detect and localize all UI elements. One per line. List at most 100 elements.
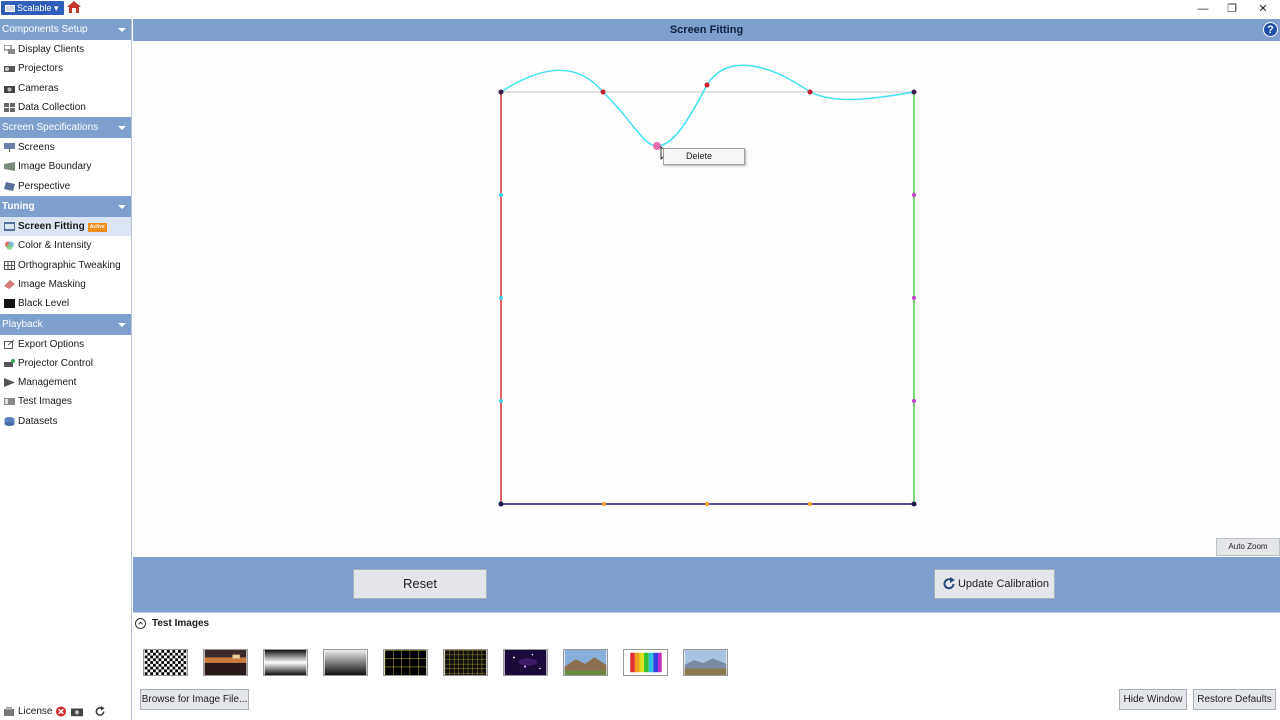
image-boundary-icon	[4, 162, 15, 172]
active-badge: Active	[87, 223, 107, 233]
eraser-icon	[4, 279, 15, 289]
restore-button[interactable]: ❐	[1222, 2, 1242, 16]
sidebar-item-export-options[interactable]: Export Options	[0, 335, 131, 354]
thumbnail-sunset-photo[interactable]	[203, 649, 248, 676]
sidebar-item-image-boundary[interactable]: Image Boundary	[0, 157, 131, 176]
sidebar-item-color-intensity[interactable]: Color & Intensity	[0, 236, 131, 255]
thumbnail-color-bars[interactable]	[623, 649, 668, 676]
black-level-icon	[4, 299, 15, 309]
action-bar: Reset Update Calibration	[133, 557, 1280, 612]
reset-button[interactable]: Reset	[353, 569, 487, 599]
sidebar-item-management[interactable]: Management	[0, 373, 131, 392]
section-title: Components Setup	[2, 24, 88, 35]
sidebar-item-black-level[interactable]: Black Level	[0, 294, 131, 313]
test-images-header[interactable]: Test Images	[133, 613, 1280, 635]
thumbnail-mountain-photo[interactable]	[683, 649, 728, 676]
corner-handle	[911, 89, 917, 95]
refresh-icon	[943, 577, 955, 590]
sidebar-item-label: Color & Intensity	[18, 240, 92, 252]
thumbnail-vertical-gradient[interactable]	[323, 649, 368, 676]
app-menu-button[interactable]: Scalable ▾	[1, 1, 64, 15]
data-collection-icon	[4, 102, 15, 112]
top-edge-curve	[500, 64, 915, 147]
sidebar-item-cameras[interactable]: Cameras	[0, 79, 131, 98]
sidebar-item-screen-fitting[interactable]: Screen Fitting Active	[0, 217, 131, 237]
thumbnail-fine-yellow-grid[interactable]	[443, 649, 488, 676]
chevron-down-icon	[118, 28, 126, 32]
section-tuning[interactable]: Tuning	[0, 196, 131, 218]
sidebar-item-label: Image Boundary	[18, 161, 92, 173]
right-control-point	[912, 296, 916, 300]
section-components-setup[interactable]: Components Setup	[0, 19, 131, 40]
thumbnail-landscape-photo[interactable]	[563, 649, 608, 676]
management-icon	[4, 378, 15, 388]
update-calibration-label: Update Calibration	[957, 578, 1050, 590]
sidebar-item-label: Screen Fitting	[18, 221, 85, 233]
section-screen-specifications[interactable]: Screen Specifications	[0, 117, 131, 139]
sidebar-item-datasets[interactable]: Datasets	[0, 412, 131, 431]
database-icon	[4, 416, 15, 426]
section-playback[interactable]: Playback	[0, 313, 131, 335]
right-control-point	[912, 193, 916, 197]
app-icon	[5, 5, 15, 12]
projector-control-icon	[4, 358, 15, 367]
screen-fitting-icon	[4, 222, 15, 231]
export-icon	[4, 339, 15, 349]
context-menu-delete[interactable]: Delete	[686, 151, 712, 161]
top-control-point	[600, 89, 606, 95]
thumbnail-yellow-grid[interactable]	[383, 649, 428, 676]
hide-window-button[interactable]: Hide Window	[1119, 689, 1187, 710]
screen-fitting-canvas[interactable]	[133, 41, 1280, 557]
sidebar: Components Setup Display Clients Project…	[0, 19, 132, 702]
sidebar-item-orthographic-tweaking[interactable]: Orthographic Tweaking	[0, 256, 131, 275]
section-title: Playback	[2, 318, 43, 330]
corner-handle	[498, 89, 504, 95]
warp-editor[interactable]	[133, 41, 1280, 557]
error-icon[interactable]	[55, 706, 67, 717]
sidebar-item-label: Projector Control	[18, 357, 94, 369]
left-control-point	[499, 399, 503, 403]
thumbnail-horizontal-gradient[interactable]	[263, 649, 308, 676]
chevron-down-icon	[118, 126, 126, 131]
color-intensity-icon	[5, 241, 14, 251]
sidebar-item-label: Management	[18, 377, 77, 389]
title-bar: Scalable ▾ — ❐ ✕	[0, 0, 1280, 19]
sidebar-item-image-masking[interactable]: Image Masking	[0, 275, 131, 294]
license-link[interactable]: License	[18, 706, 52, 717]
sidebar-item-label: Display Clients	[18, 44, 85, 55]
sidebar-item-projector-control[interactable]: Projector Control	[0, 354, 131, 373]
home-icon[interactable]	[66, 0, 82, 14]
test-images-icon	[4, 398, 15, 406]
left-control-point	[499, 193, 503, 197]
right-control-point	[912, 399, 916, 403]
sidebar-item-label: Datasets	[18, 415, 58, 427]
browse-image-button[interactable]: Browse for Image File...	[140, 689, 249, 710]
close-button[interactable]: ✕	[1253, 2, 1273, 16]
help-icon[interactable]: ?	[1263, 22, 1278, 37]
minimize-button[interactable]: —	[1193, 2, 1213, 16]
perspective-icon	[4, 181, 15, 191]
sidebar-item-screens[interactable]: Screens	[0, 138, 131, 157]
chevron-down-icon	[118, 205, 126, 210]
sidebar-item-label: Orthographic Tweaking	[18, 259, 121, 271]
thumbnail-starfield[interactable]	[503, 649, 548, 676]
auto-zoom-button[interactable]: Auto Zoom	[1216, 538, 1280, 556]
sidebar-item-data-collection[interactable]: Data Collection	[0, 98, 131, 117]
license-icon	[4, 707, 14, 716]
thumbnail-checkerboard[interactable]	[143, 649, 188, 676]
page-title-bar: Screen Fitting ?	[133, 19, 1280, 41]
sidebar-item-projectors[interactable]: Projectors	[0, 59, 131, 78]
app-menu-label: Scalable	[17, 3, 52, 13]
projector-icon	[4, 66, 15, 73]
restore-defaults-button[interactable]: Restore Defaults	[1193, 689, 1276, 710]
sidebar-item-label: Cameras	[18, 82, 59, 94]
update-calibration-button[interactable]: Update Calibration	[934, 569, 1055, 599]
chevron-up-icon	[135, 618, 146, 629]
display-clients-icon	[4, 45, 15, 54]
refresh-icon[interactable]	[94, 706, 106, 717]
camera-status-icon[interactable]	[71, 706, 83, 717]
sidebar-item-perspective[interactable]: Perspective	[0, 177, 131, 196]
bottom-control-point	[602, 502, 606, 506]
sidebar-item-test-images[interactable]: Test Images	[0, 392, 131, 411]
sidebar-item-display-clients[interactable]: Display Clients	[0, 40, 131, 59]
